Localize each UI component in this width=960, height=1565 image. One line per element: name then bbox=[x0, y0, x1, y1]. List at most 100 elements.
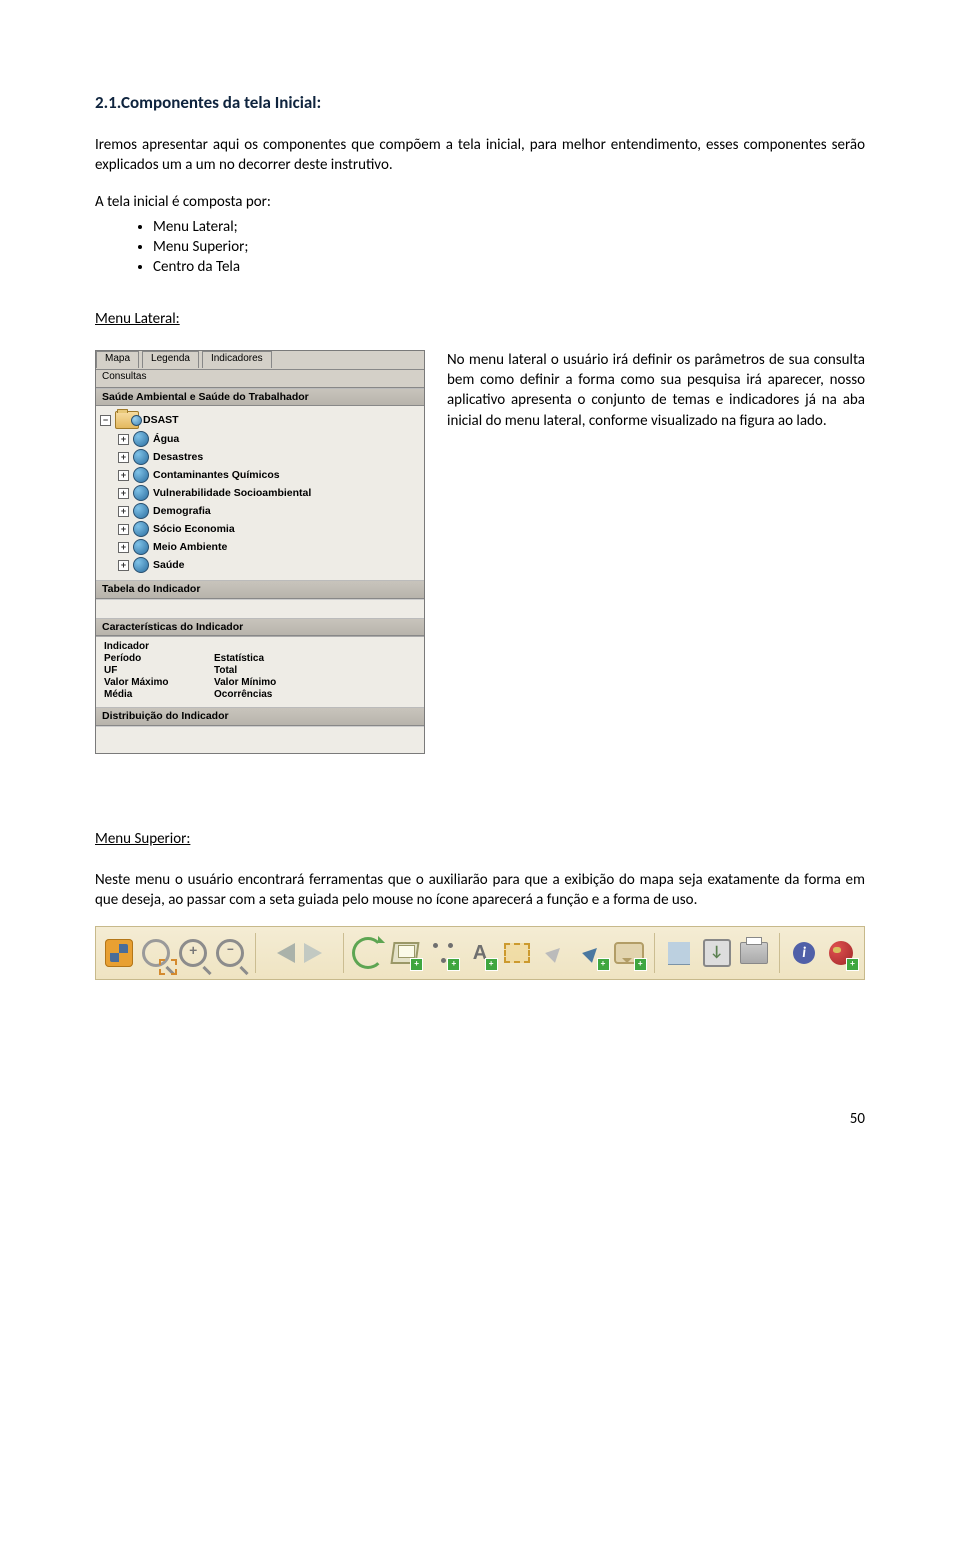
tab-row: Mapa Legenda Indicadores bbox=[96, 351, 424, 370]
figure-menu-lateral: Mapa Legenda Indicadores Consultas Saúde… bbox=[95, 350, 425, 754]
toolbar-divider bbox=[343, 933, 344, 973]
tree-item[interactable]: + Água bbox=[98, 430, 422, 448]
char-label: Total bbox=[214, 666, 237, 676]
paragraph-menu-superior: Neste menu o usuário encontrará ferramen… bbox=[95, 870, 865, 911]
char-label: Período bbox=[104, 654, 214, 664]
tree-item[interactable]: + Contaminantes Químicos bbox=[98, 466, 422, 484]
tree-item[interactable]: + Meio Ambiente bbox=[98, 538, 422, 556]
globe-icon bbox=[133, 485, 149, 501]
save-map-icon[interactable] bbox=[700, 935, 733, 971]
tab-indicadores[interactable]: Indicadores bbox=[202, 351, 272, 368]
characteristic-row: UFTotal bbox=[96, 665, 424, 677]
globe-icon bbox=[133, 557, 149, 573]
characteristic-row: MédiaOcorrências bbox=[96, 689, 424, 701]
globe-icon bbox=[133, 539, 149, 555]
tree-root-label: DSAST bbox=[143, 415, 179, 426]
list-item: Menu Lateral; bbox=[153, 218, 865, 236]
tab-consultas[interactable]: Consultas bbox=[96, 370, 424, 388]
prev-extent-icon[interactable] bbox=[264, 935, 297, 971]
globe-icon bbox=[133, 467, 149, 483]
tree-item[interactable]: + Sócio Economia bbox=[98, 520, 422, 538]
expand-icon[interactable]: + bbox=[118, 488, 129, 499]
tree-item[interactable]: + Desastres bbox=[98, 448, 422, 466]
layers-icon[interactable]: + bbox=[389, 935, 422, 971]
expand-icon[interactable]: + bbox=[118, 434, 129, 445]
expand-icon[interactable]: + bbox=[118, 560, 129, 571]
paragraph-menu-lateral: No menu lateral o usuário irá definir os… bbox=[447, 350, 865, 431]
tree-item-label: Demografia bbox=[153, 506, 211, 517]
refresh-icon[interactable] bbox=[352, 935, 385, 971]
subsection-menu-lateral: Menu Lateral: bbox=[95, 310, 865, 328]
header-caracteristicas[interactable]: Características do Indicador bbox=[96, 618, 424, 637]
tree-item-label: Sócio Economia bbox=[153, 524, 235, 535]
tree-item-label: Meio Ambiente bbox=[153, 542, 227, 553]
expand-icon[interactable]: + bbox=[118, 452, 129, 463]
label-icon[interactable]: A+ bbox=[463, 935, 496, 971]
tree-item-label: Contaminantes Químicos bbox=[153, 470, 280, 481]
zoom-in-icon[interactable] bbox=[177, 935, 210, 971]
tree-item[interactable]: + Saúde bbox=[98, 556, 422, 574]
toolbar-divider bbox=[779, 933, 780, 973]
info-icon[interactable]: i bbox=[787, 935, 820, 971]
tree-item-label: Água bbox=[153, 434, 179, 445]
components-list: Menu Lateral; Menu Superior; Centro da T… bbox=[95, 218, 865, 276]
select-rect-icon[interactable] bbox=[501, 935, 534, 971]
tree-item-label: Vulnerabilidade Socioambiental bbox=[153, 488, 311, 499]
list-item: Centro da Tela bbox=[153, 258, 865, 276]
section-title: 2.1.Componentes da tela Inicial: bbox=[95, 92, 865, 113]
char-label: Valor Máximo bbox=[104, 678, 214, 688]
folder-icon bbox=[115, 411, 139, 429]
globe-icon bbox=[133, 449, 149, 465]
annotation-icon[interactable]: + bbox=[613, 935, 646, 971]
tree-area: − DSAST + Água + Desastres + Contaminantes Qu… bbox=[96, 406, 424, 580]
characteristic-row: Indicador bbox=[96, 641, 424, 653]
globe-icon bbox=[133, 431, 149, 447]
group-header-saude-ambiental[interactable]: Saúde Ambiental e Saúde do Trabalhador bbox=[96, 388, 424, 407]
char-label: Indicador bbox=[104, 642, 214, 652]
tree-item[interactable]: + Demografia bbox=[98, 502, 422, 520]
figure-menu-superior-toolbar: + + A+ + + i + bbox=[95, 926, 865, 980]
header-distribuicao[interactable]: Distribuição do Indicador bbox=[96, 707, 424, 726]
tab-mapa[interactable]: Mapa bbox=[96, 351, 139, 368]
legend-icon[interactable] bbox=[663, 935, 696, 971]
tree-item[interactable]: + Vulnerabilidade Socioambiental bbox=[98, 484, 422, 502]
toolbar-divider bbox=[255, 933, 256, 973]
tree-root[interactable]: − DSAST bbox=[98, 410, 422, 430]
expand-icon[interactable]: + bbox=[118, 470, 129, 481]
char-label: Média bbox=[104, 690, 214, 700]
identify-icon[interactable]: + bbox=[575, 935, 608, 971]
char-label: Ocorrências bbox=[214, 690, 272, 700]
char-label: Estatística bbox=[214, 654, 264, 664]
expand-icon[interactable]: + bbox=[118, 542, 129, 553]
header-tabela-indicador[interactable]: Tabela do Indicador bbox=[96, 580, 424, 599]
subsection-menu-superior: Menu Superior: bbox=[95, 830, 865, 848]
features-icon[interactable]: + bbox=[426, 935, 459, 971]
print-icon[interactable] bbox=[737, 935, 770, 971]
expand-icon[interactable]: + bbox=[118, 524, 129, 535]
next-extent-icon[interactable] bbox=[301, 935, 334, 971]
overview-icon[interactable]: + bbox=[825, 935, 858, 971]
characteristic-row: Valor MáximoValor Mínimo bbox=[96, 677, 424, 689]
char-label: UF bbox=[104, 666, 214, 676]
characteristics-panel: IndicadorPeríodoEstatísticaUFTotalValor … bbox=[96, 636, 424, 707]
char-label: Valor Mínimo bbox=[214, 678, 276, 688]
expand-icon[interactable]: + bbox=[118, 506, 129, 517]
zoom-box-icon[interactable] bbox=[139, 935, 172, 971]
toolbar-divider bbox=[654, 933, 655, 973]
paragraph-composed: A tela inicial é composta por: bbox=[95, 192, 865, 212]
collapse-icon[interactable]: − bbox=[100, 415, 111, 426]
pointer-icon[interactable] bbox=[538, 935, 571, 971]
panel-blank bbox=[96, 599, 424, 618]
list-item: Menu Superior; bbox=[153, 238, 865, 256]
globe-icon bbox=[133, 503, 149, 519]
tree-item-label: Saúde bbox=[153, 560, 185, 571]
full-extent-icon[interactable] bbox=[102, 935, 135, 971]
tab-legenda[interactable]: Legenda bbox=[142, 351, 199, 368]
globe-icon bbox=[133, 521, 149, 537]
paragraph-intro: Iremos apresentar aqui os componentes qu… bbox=[95, 135, 865, 176]
panel-blank bbox=[96, 726, 424, 753]
characteristic-row: PeríodoEstatística bbox=[96, 653, 424, 665]
zoom-out-icon[interactable] bbox=[214, 935, 247, 971]
page-number: 50 bbox=[95, 1110, 865, 1128]
tree-item-label: Desastres bbox=[153, 452, 203, 463]
